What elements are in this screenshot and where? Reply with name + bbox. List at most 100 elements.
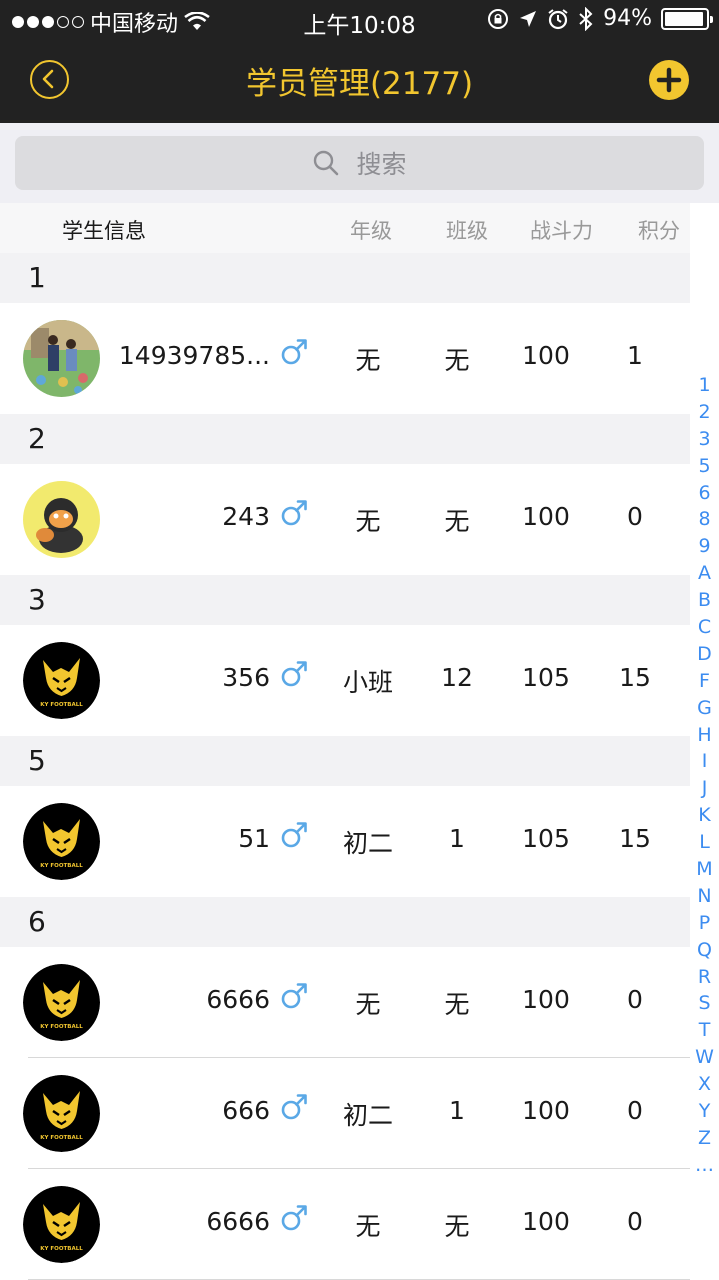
index-letter[interactable]: D: [690, 641, 719, 668]
bluetooth-icon: [579, 6, 593, 31]
student-power: 100: [522, 502, 570, 531]
alarm-icon: [548, 8, 568, 29]
plus-icon: [656, 67, 682, 93]
header-bar: 中国移动 上午10:08 94% 学员管理(2177): [0, 0, 719, 123]
alphabet-index[interactable]: 1 2 3 5 6 8 9 A B C D F G H I J K L M N P Q R S T W X Y Z…: [690, 372, 719, 1179]
index-letter[interactable]: B: [690, 587, 719, 614]
student-name: 356: [222, 663, 270, 692]
student-name: 51: [238, 824, 270, 853]
student-score: 15: [619, 824, 651, 853]
index-letter[interactable]: M: [690, 856, 719, 883]
student-name: 6666: [206, 985, 270, 1014]
avatar: KY FOOTBALL: [23, 1075, 100, 1152]
nav-bar: 学员管理(2177): [0, 40, 719, 123]
student-row[interactable]: KY FOOTBALL 6666 无 无 100 0: [0, 947, 690, 1058]
student-score: 0: [627, 1207, 643, 1236]
student-grade: 无: [355, 346, 381, 375]
student-score: 0: [627, 1096, 643, 1125]
student-grade: 初二: [342, 1101, 393, 1130]
student-score: 0: [627, 502, 643, 531]
student-power: 105: [522, 824, 570, 853]
male-icon: [280, 1088, 308, 1124]
student-class: 无: [444, 990, 470, 1019]
search-input[interactable]: 搜索: [15, 136, 704, 190]
column-score: 积分: [638, 219, 680, 243]
index-letter[interactable]: Y: [690, 1098, 719, 1125]
index-letter[interactable]: 6: [690, 480, 719, 507]
index-letter[interactable]: C: [690, 614, 719, 641]
male-icon: [280, 977, 308, 1013]
section-letter: 5: [28, 744, 46, 777]
student-row[interactable]: KY FOOTBALL 6666 无 无 100 0: [0, 1169, 690, 1280]
logo-text: KY FOOTBALL: [40, 1246, 83, 1252]
student-row[interactable]: 243 无 无 100 0: [0, 464, 690, 575]
student-class: 无: [444, 346, 470, 375]
table-header: 学生信息 年级 班级 战斗力 积分: [0, 203, 690, 253]
index-letter[interactable]: T: [690, 1017, 719, 1044]
orientation-lock-icon: [488, 8, 509, 29]
avatar: [23, 320, 100, 397]
male-icon: [280, 494, 308, 530]
male-icon: [280, 1199, 308, 1235]
section-letter: 6: [28, 905, 46, 938]
student-class: 1: [449, 1096, 465, 1125]
logo-text: KY FOOTBALL: [40, 1024, 83, 1030]
page-title: 学员管理(2177): [245, 66, 474, 102]
index-letter[interactable]: X: [690, 1071, 719, 1098]
battery-icon: [661, 7, 713, 30]
student-score: 0: [627, 985, 643, 1014]
student-power: 100: [522, 985, 570, 1014]
index-letter[interactable]: K: [690, 802, 719, 829]
battery-percent: 94%: [603, 6, 652, 31]
index-letter[interactable]: G: [690, 695, 719, 722]
student-class: 无: [444, 507, 470, 536]
index-letter[interactable]: F: [690, 668, 719, 695]
index-letter[interactable]: P: [690, 910, 719, 937]
student-class: 12: [441, 663, 473, 692]
index-letter[interactable]: 1: [690, 372, 719, 399]
index-letter[interactable]: S: [690, 990, 719, 1017]
student-name: 243: [222, 502, 270, 531]
location-icon: [520, 10, 537, 27]
student-grade: 小班: [342, 668, 393, 697]
section-letter: 1: [28, 261, 46, 294]
index-letter[interactable]: J: [690, 775, 719, 802]
index-letter[interactable]: W: [690, 1044, 719, 1071]
student-row[interactable]: 14939785... 无 无 100 1: [0, 303, 690, 414]
index-letter[interactable]: Q: [690, 937, 719, 964]
index-letter[interactable]: 2: [690, 399, 719, 426]
index-letter[interactable]: N: [690, 883, 719, 910]
index-letter[interactable]: H: [690, 722, 719, 749]
index-letter[interactable]: L: [690, 829, 719, 856]
section-header-2: 2: [0, 414, 690, 464]
section-header-3: 3: [0, 575, 690, 625]
index-letter[interactable]: 3: [690, 426, 719, 453]
column-power: 战斗力: [530, 219, 593, 243]
add-student-button[interactable]: [649, 60, 689, 100]
index-letter[interactable]: Z: [690, 1125, 719, 1152]
index-letter[interactable]: …: [690, 1152, 719, 1179]
student-row[interactable]: KY FOOTBALL 51 初二 1 105 15: [0, 786, 690, 897]
avatar: KY FOOTBALL: [23, 1186, 100, 1263]
student-name: 6666: [206, 1207, 270, 1236]
search-icon: [314, 150, 339, 176]
student-name: 666: [222, 1096, 270, 1125]
student-score: 1: [627, 341, 643, 370]
section-letter: 3: [28, 583, 46, 616]
logo-text: KY FOOTBALL: [40, 1135, 83, 1141]
student-power: 100: [522, 341, 570, 370]
status-bar: 中国移动 上午10:08 94%: [0, 0, 719, 40]
search-bar: 搜索: [0, 123, 719, 203]
index-letter[interactable]: A: [690, 560, 719, 587]
index-letter[interactable]: 5: [690, 453, 719, 480]
column-class: 班级: [446, 219, 488, 243]
student-power: 105: [522, 663, 570, 692]
index-letter[interactable]: I: [690, 748, 719, 775]
student-row[interactable]: KY FOOTBALL 356 小班 12 105 15: [0, 625, 690, 736]
index-letter[interactable]: 9: [690, 533, 719, 560]
index-letter[interactable]: R: [690, 964, 719, 991]
index-letter[interactable]: 8: [690, 506, 719, 533]
student-row[interactable]: KY FOOTBALL 666 初二 1 100 0: [0, 1058, 690, 1169]
avatar: [23, 481, 100, 558]
student-power: 100: [522, 1207, 570, 1236]
